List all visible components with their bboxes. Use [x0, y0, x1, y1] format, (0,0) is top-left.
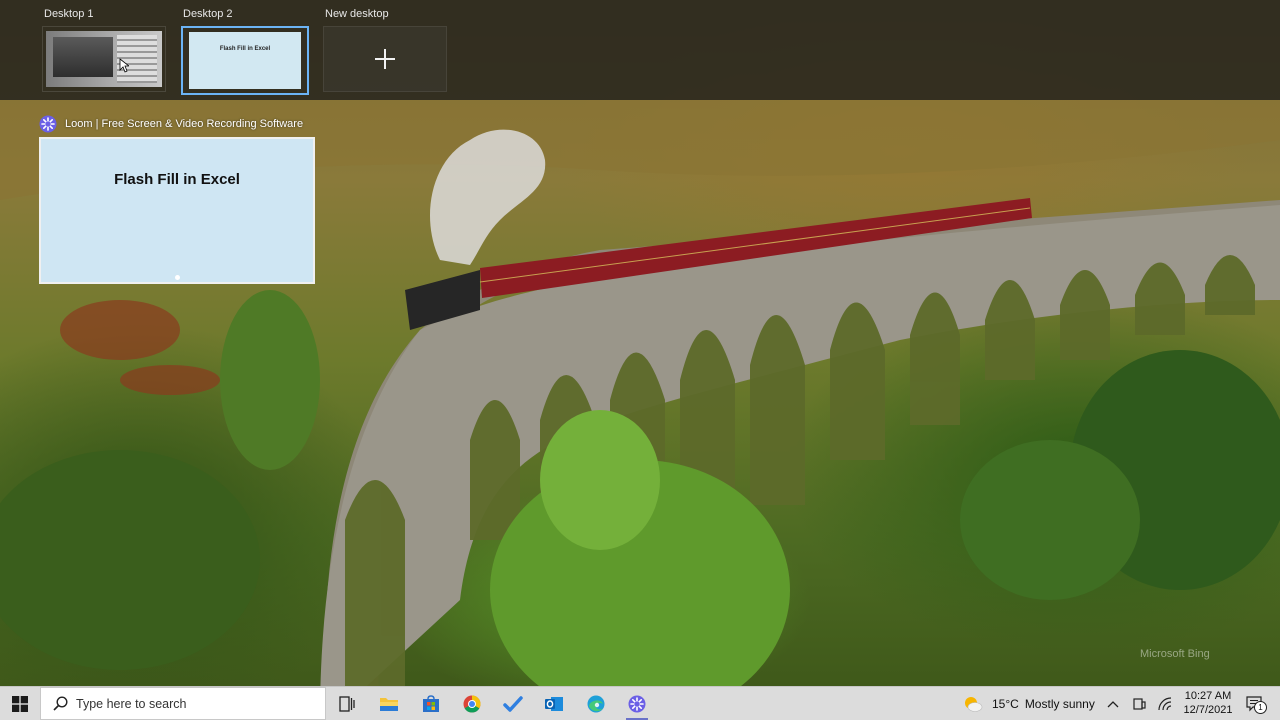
microsoft-store-icon [423, 694, 439, 712]
task-view-button[interactable] [326, 687, 368, 720]
chevron-up-icon [1107, 700, 1119, 707]
wallpaper-viaduct-scene [0, 100, 1280, 720]
taskbar-search-box[interactable] [40, 687, 326, 720]
loom-icon [628, 695, 646, 712]
desktop-2-preview: Flash Fill in Excel [189, 32, 301, 89]
weather-widget[interactable]: 15°C Mostly sunny [958, 687, 1098, 720]
desktop-1-preview-window [53, 37, 113, 77]
wifi-icon [1158, 696, 1172, 710]
device-icon [1133, 697, 1146, 710]
start-button[interactable] [0, 687, 40, 720]
plus-icon [375, 49, 395, 69]
search-input[interactable] [76, 696, 306, 711]
window-preview-text: Flash Fill in Excel [114, 171, 240, 188]
loom-taskbar-button[interactable] [616, 687, 658, 720]
search-icon [53, 696, 68, 711]
desktop-2-thumbnail[interactable]: Flash Fill in Excel [181, 26, 309, 95]
desktop-wallpaper [0, 0, 1280, 720]
outlook-button[interactable] [533, 687, 575, 720]
edge-icon [587, 695, 605, 712]
microsoft-store-button[interactable] [410, 687, 452, 720]
tablet-mode-button[interactable] [1128, 687, 1150, 720]
outlook-icon [545, 696, 563, 711]
chrome-button[interactable] [451, 687, 493, 720]
show-hidden-icons-button[interactable] [1102, 687, 1124, 720]
window-title: Loom | Free Screen & Video Recording Sof… [65, 118, 304, 130]
network-button[interactable] [1154, 687, 1176, 720]
desktop-2-preview-text: Flash Fill in Excel [219, 46, 271, 52]
window-header[interactable]: Loom | Free Screen & Video Recording Sof… [39, 114, 303, 134]
todo-button[interactable] [492, 687, 534, 720]
bing-watermark: Microsoft Bing [1140, 648, 1210, 660]
clock-time: 10:27 AM [1184, 690, 1232, 702]
new-desktop-button[interactable] [323, 26, 447, 92]
task-view-icon [339, 695, 355, 712]
taskbar: 15°C Mostly sunny 10:27 AM 12/7/2021 [0, 686, 1280, 720]
file-explorer-button[interactable] [368, 687, 410, 720]
screen: Desktop 1 Desktop 2 Flash Fill in Excel … [0, 0, 1280, 720]
desktop-1-thumbnail[interactable] [42, 26, 166, 92]
preview-dot [175, 275, 180, 280]
desktop-1-label: Desktop 1 [44, 8, 94, 20]
window-thumbnail[interactable]: Flash Fill in Excel [39, 137, 315, 284]
windows-icon [12, 695, 28, 712]
action-center-button[interactable]: 1 [1242, 687, 1268, 720]
weather-temp: 15°C [992, 696, 1019, 711]
mouse-cursor-icon [119, 58, 129, 73]
new-desktop-label: New desktop [325, 8, 389, 20]
weather-condition: Mostly sunny [1024, 696, 1095, 711]
chrome-icon [463, 695, 481, 713]
loom-icon [39, 115, 57, 133]
file-explorer-icon [380, 697, 398, 711]
desktop-2-label: Desktop 2 [183, 8, 233, 20]
clock[interactable]: 10:27 AM 12/7/2021 [1180, 689, 1236, 717]
partly-sunny-icon [965, 696, 983, 712]
edge-button[interactable] [575, 687, 617, 720]
todo-icon [503, 695, 523, 712]
notification-badge: 1 [1254, 701, 1267, 714]
virtual-desktops-bar: Desktop 1 Desktop 2 Flash Fill in Excel … [0, 0, 1280, 100]
clock-date: 12/7/2021 [1183, 704, 1233, 716]
